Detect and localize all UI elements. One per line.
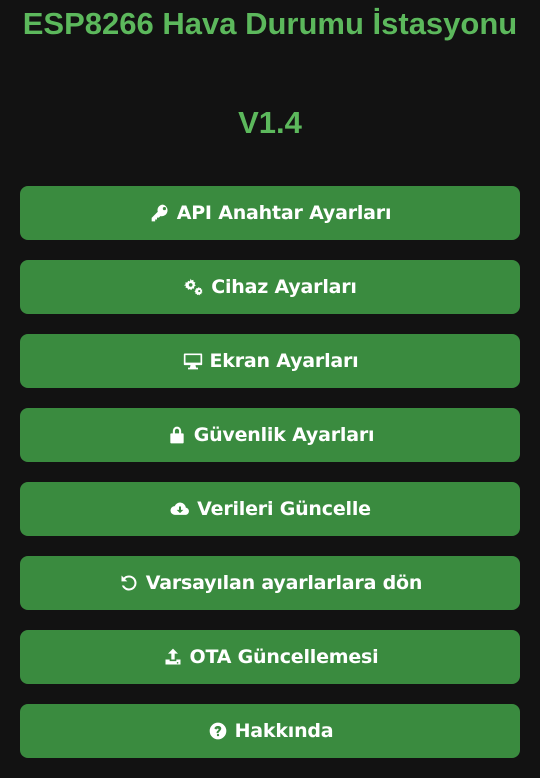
ota-update-button[interactable]: OTA Güncellemesi xyxy=(20,630,520,684)
desktop-icon xyxy=(182,350,204,372)
api-key-settings-label: API Anahtar Ayarları xyxy=(176,202,392,224)
update-data-button[interactable]: Verileri Güncelle xyxy=(20,482,520,536)
version-label: V1.4 xyxy=(238,105,302,140)
update-data-label: Verileri Güncelle xyxy=(197,498,371,520)
ota-update-label: OTA Güncellemesi xyxy=(189,646,379,668)
security-settings-label: Güvenlik Ayarları xyxy=(193,424,375,446)
gears-icon xyxy=(183,276,205,298)
question-circle-icon xyxy=(207,720,229,742)
display-settings-button[interactable]: Ekran Ayarları xyxy=(20,334,520,388)
settings-menu: API Anahtar Ayarları Cihaz Ayarları Ekra… xyxy=(20,186,520,778)
security-settings-button[interactable]: Güvenlik Ayarları xyxy=(20,408,520,462)
lock-icon xyxy=(166,424,188,446)
device-settings-button[interactable]: Cihaz Ayarları xyxy=(20,260,520,314)
display-settings-label: Ekran Ayarları xyxy=(209,350,359,372)
about-button[interactable]: Hakkında xyxy=(20,704,520,758)
reset-defaults-label: Varsayılan ayarlarlara dön xyxy=(145,572,423,594)
undo-icon xyxy=(118,572,140,594)
reset-defaults-button[interactable]: Varsayılan ayarlarlara dön xyxy=(20,556,520,610)
device-settings-label: Cihaz Ayarları xyxy=(211,276,357,298)
about-label: Hakkında xyxy=(234,720,334,742)
upload-icon xyxy=(162,646,184,668)
key-icon xyxy=(149,202,171,224)
api-key-settings-button[interactable]: API Anahtar Ayarları xyxy=(20,186,520,240)
cloud-download-icon xyxy=(169,498,191,520)
page-title: ESP8266 Hava Durumu İstasyonu xyxy=(22,6,518,41)
